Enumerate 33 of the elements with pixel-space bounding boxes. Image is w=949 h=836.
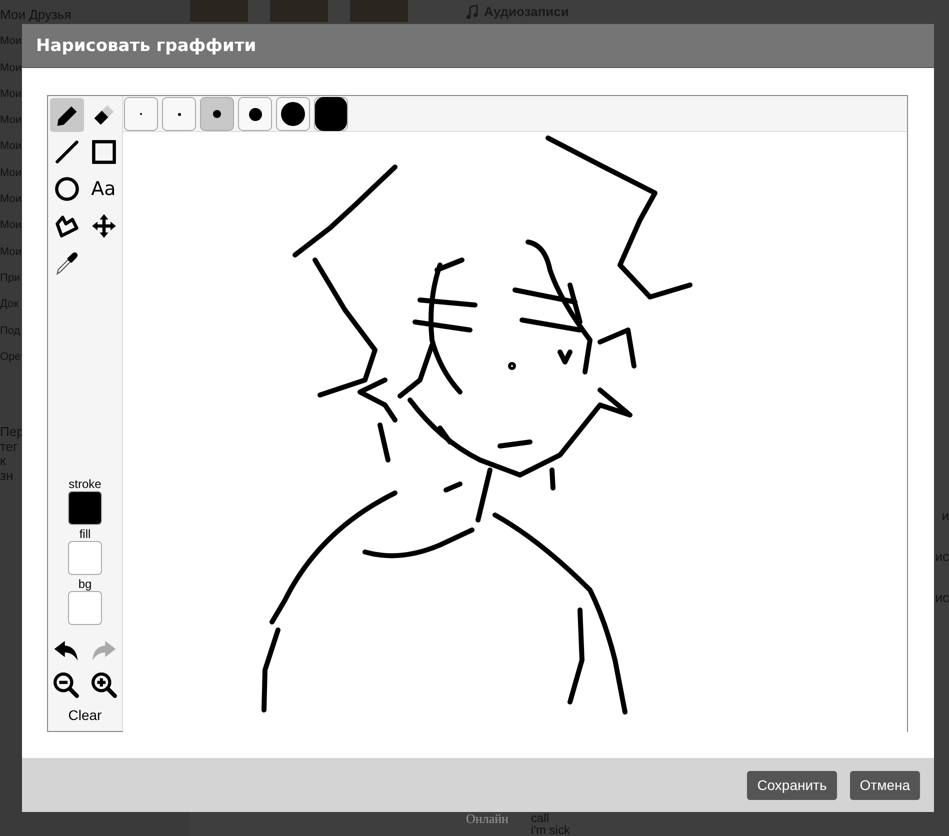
save-button[interactable]: Сохранить — [747, 770, 837, 800]
color-swatch[interactable] — [68, 541, 102, 575]
color-label: bg — [78, 577, 92, 591]
color-swatch[interactable] — [68, 491, 102, 525]
dot-icon — [248, 108, 262, 120]
line-icon — [54, 139, 80, 165]
dot-icon — [213, 110, 221, 118]
dot-icon — [178, 112, 180, 116]
ellipse-icon — [54, 176, 80, 202]
photo-placeholder — [270, 0, 328, 22]
music-note-icon — [466, 4, 478, 18]
clear-button[interactable]: Clear — [68, 707, 102, 723]
color-swatch[interactable] — [68, 591, 102, 625]
eyedropper-icon — [54, 250, 80, 276]
dot-icon — [281, 102, 305, 126]
brush-size-button[interactable] — [200, 97, 234, 131]
photo-placeholder — [190, 0, 248, 22]
brush-size-button[interactable] — [314, 97, 348, 131]
cancel-button[interactable]: Отмена — [850, 770, 920, 800]
zoom-out-icon — [52, 672, 80, 698]
move-icon — [90, 213, 116, 239]
rectangle-icon — [90, 139, 116, 165]
text-tool[interactable]: Aa — [86, 172, 120, 206]
color-label: fill — [79, 527, 91, 541]
photo-placeholder — [350, 0, 408, 22]
brush-size-button[interactable] — [276, 97, 310, 131]
color-label: stroke — [68, 477, 102, 491]
zoom-in-icon — [90, 672, 118, 698]
pencil-tool[interactable] — [50, 98, 84, 132]
dialog-title: Нарисовать граффити — [36, 36, 256, 56]
online-status: Онлайн — [466, 812, 510, 828]
polygon-icon — [54, 213, 80, 239]
brush-size-button[interactable] — [238, 97, 272, 131]
